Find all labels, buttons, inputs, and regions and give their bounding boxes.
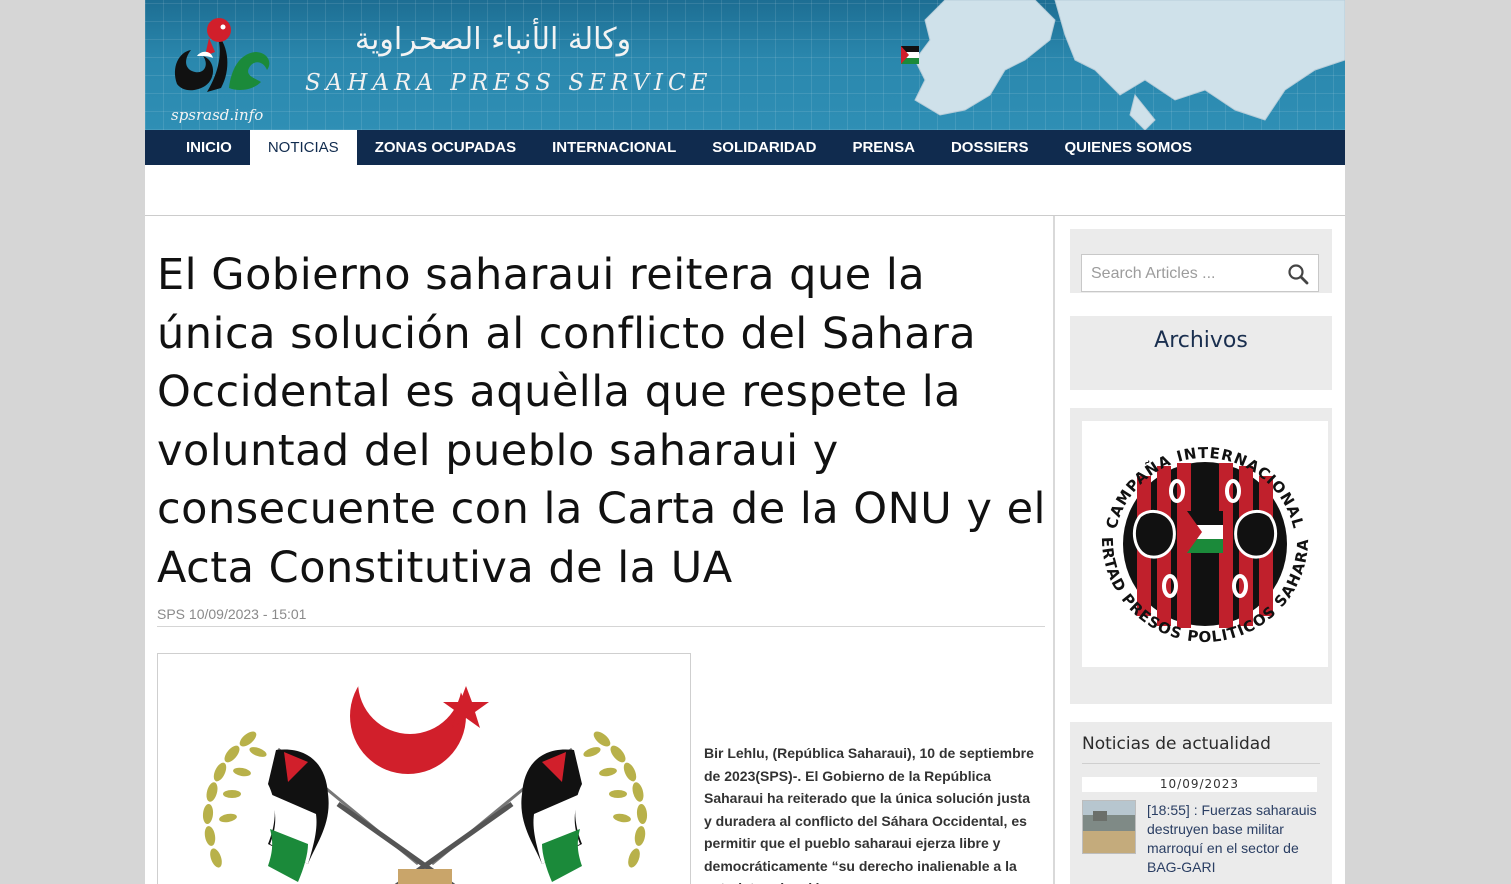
nav-item-zonas-ocupadas[interactable]: ZONAS OCUPADAS [357, 130, 534, 165]
site-url: spsrasd.info [171, 106, 264, 124]
search-icon[interactable] [1287, 263, 1309, 285]
main-navigation: INICIO NOTICIAS ZONAS OCUPADAS INTERNACI… [145, 130, 1345, 165]
news-widget: Noticias de actualidad 10/09/2023 [18:55… [1070, 722, 1332, 884]
site-banner: وكالة الأنباء الصحراوية SAHARA PRESS SER… [145, 0, 1345, 130]
sps-logo-icon [174, 18, 270, 92]
sadr-emblem-icon [202, 654, 648, 884]
news-thumbnail-image-icon [1083, 801, 1135, 853]
page: وكالة الأنباء الصحراوية SAHARA PRESS SER… [145, 0, 1345, 884]
byline-divider [157, 626, 1045, 627]
campaign-banner[interactable]: CAMPAÑA INTERNACIONAL LIBERTAD PRESOS PO… [1075, 407, 1328, 667]
search-widget [1070, 229, 1332, 293]
nav-item-dossiers[interactable]: DOSSIERS [933, 130, 1047, 165]
search-input[interactable] [1082, 255, 1293, 293]
archivos-widget: Archivos [1070, 316, 1332, 390]
news-divider [1082, 763, 1320, 764]
sidebar: Archivos [1070, 216, 1332, 884]
site-title-arabic: وكالة الأنباء الصحراوية [354, 22, 632, 57]
news-item-link[interactable]: [18:55] : Fuerzas saharauis destruyen ba… [1147, 801, 1317, 877]
nav-item-internacional[interactable]: INTERNACIONAL [534, 130, 694, 165]
world-map-graphic [914, 0, 1345, 130]
article-byline: SPS 10/09/2023 - 15:01 [157, 606, 307, 622]
news-thumbnail[interactable] [1082, 800, 1136, 854]
nav-item-inicio[interactable]: INICIO [168, 130, 250, 165]
campaign-widget: CAMPAÑA INTERNACIONAL LIBERTAD PRESOS PO… [1070, 407, 1332, 704]
political-prisoners-campaign-logo-icon: CAMPAÑA INTERNACIONAL LIBERTAD PRESOS PO… [1075, 407, 1318, 657]
article-image [157, 653, 691, 884]
site-title-latin: SAHARA PRESS SERVICE [305, 70, 713, 96]
search-box [1081, 254, 1319, 293]
archivos-title[interactable]: Archivos [1070, 328, 1332, 353]
article-body: Bir Lehlu, (República Saharaui), 10 de s… [704, 745, 1034, 884]
nav-item-solidaridad[interactable]: SOLIDARIDAD [694, 130, 834, 165]
article-title: El Gobierno saharaui reitera que la únic… [157, 250, 1046, 593]
nav-item-quienes-somos[interactable]: QUIENES SOMOS [1046, 130, 1210, 165]
article-column: El Gobierno saharaui reitera que la únic… [145, 216, 1055, 884]
news-date: 10/09/2023 [1082, 777, 1317, 792]
subnav-bar [145, 165, 1345, 216]
flag-map-marker-icon [901, 46, 919, 64]
nav-item-noticias[interactable]: NOTICIAS [249, 130, 357, 165]
news-widget-title: Noticias de actualidad [1082, 734, 1271, 754]
nav-item-prensa[interactable]: PRENSA [834, 130, 933, 165]
